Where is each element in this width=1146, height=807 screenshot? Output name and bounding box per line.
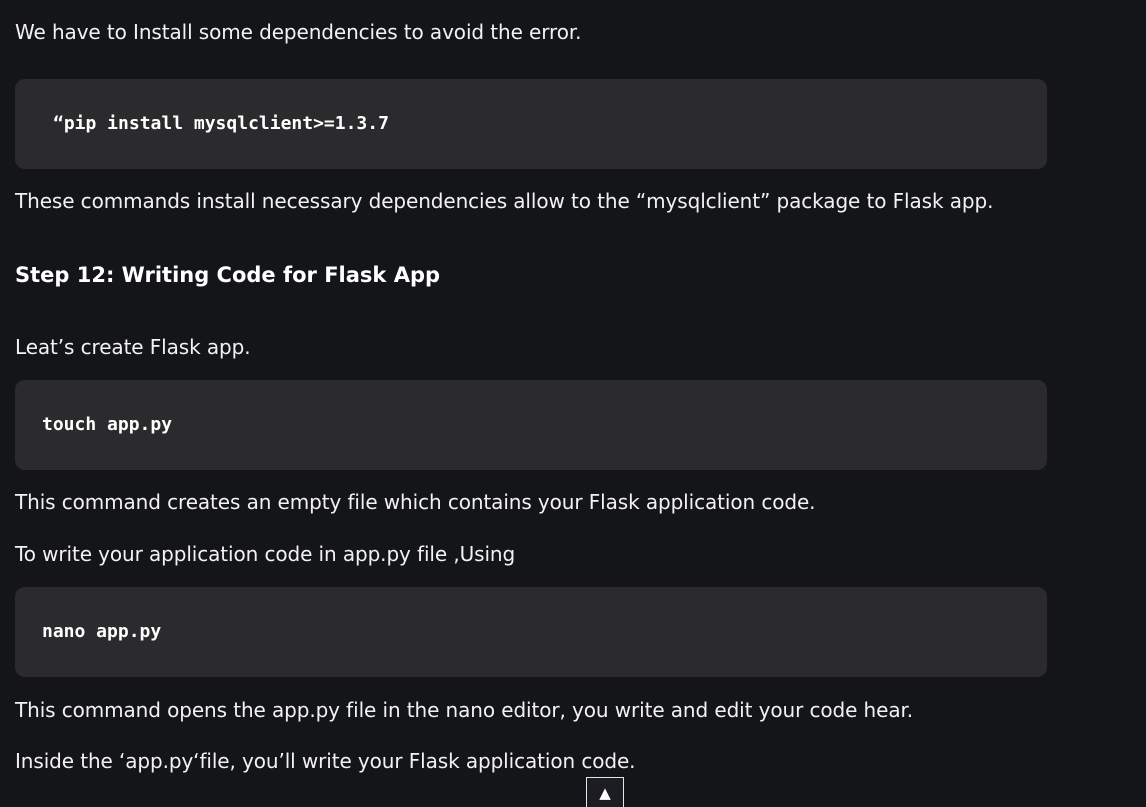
dependencies-paragraph: These commands install necessary depende…: [15, 189, 994, 213]
code-block-nano: nano app.py: [15, 587, 1047, 677]
intro-paragraph: We have to Install some dependencies to …: [15, 20, 582, 44]
code-block-pip-install: “pip install mysqlclient>=1.3.7: [15, 79, 1047, 169]
create-app-paragraph: Leat’s create Flask app.: [15, 335, 251, 359]
code-touch: touch app.py: [42, 414, 173, 435]
step-12-heading: Step 12: Writing Code for Flask App: [15, 263, 441, 287]
code-block-touch: touch app.py: [15, 380, 1047, 470]
code-nano: nano app.py: [42, 621, 162, 642]
write-code-paragraph: To write your application code in app.py…: [15, 542, 516, 566]
arrow-up-icon: ▲: [599, 784, 611, 802]
scroll-to-top-button[interactable]: ▲: [586, 777, 624, 807]
nano-editor-paragraph: This command opens the app.py file in th…: [15, 698, 914, 722]
code-pip-install: “pip install mysqlclient>=1.3.7: [53, 113, 389, 134]
inside-app-paragraph: Inside the ‘app.py‘file, you’ll write yo…: [15, 749, 636, 773]
empty-file-paragraph: This command creates an empty file which…: [15, 490, 816, 514]
